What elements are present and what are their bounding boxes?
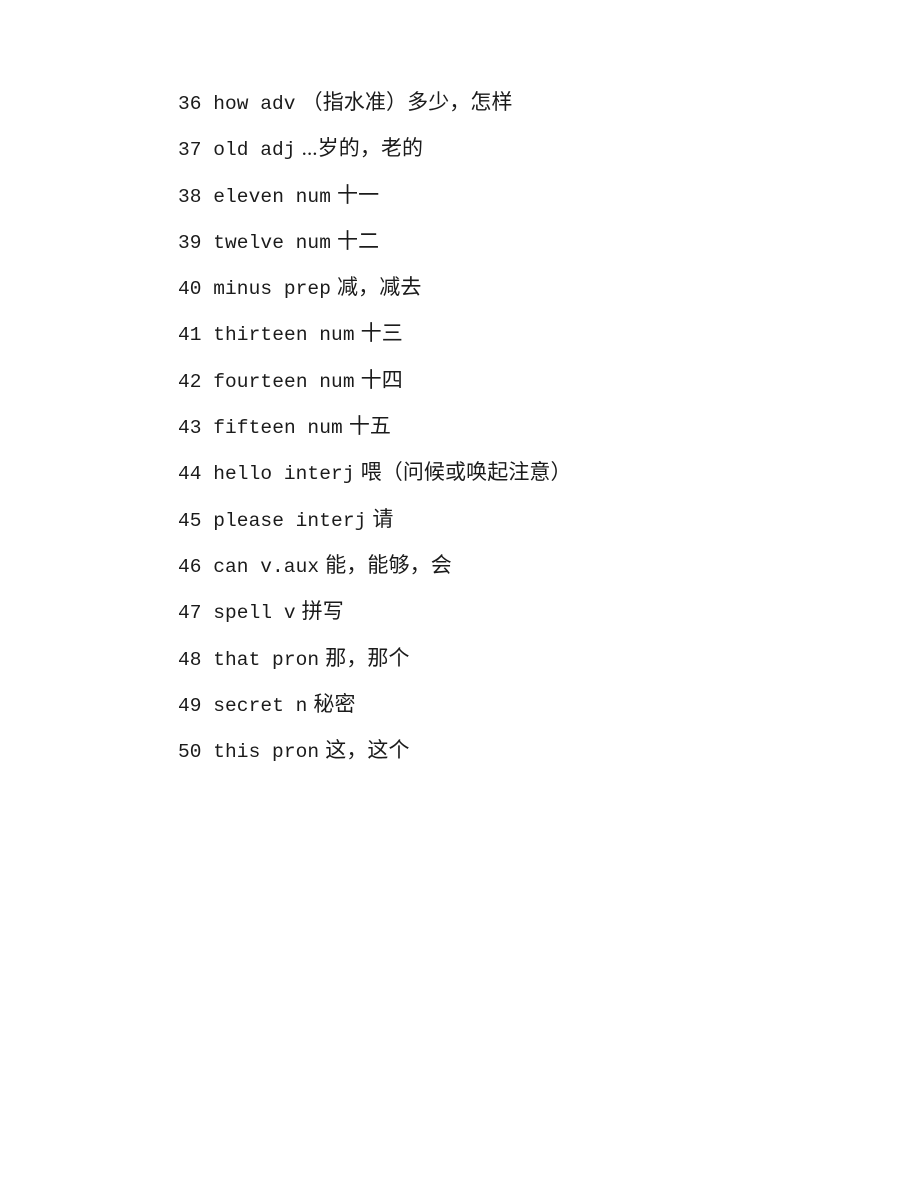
entry-part-of-speech: v.aux bbox=[260, 555, 320, 578]
entry-part-of-speech: adv bbox=[260, 93, 296, 115]
entry-word: that bbox=[213, 648, 261, 671]
entry-number: 47 bbox=[178, 602, 202, 625]
vocabulary-entry: 44 hello interj 喂（问候或唤起注意） bbox=[178, 459, 880, 505]
entry-number: 43 bbox=[178, 417, 202, 440]
entry-gloss: 减，减去 bbox=[337, 275, 422, 300]
entry-part-of-speech: pron bbox=[272, 741, 320, 764]
vocabulary-entry: 38 eleven num 十一 bbox=[178, 182, 880, 228]
entry-word: spell bbox=[213, 602, 273, 625]
vocabulary-entry: 37 old adj ...岁的，老的 bbox=[178, 135, 880, 181]
entry-gloss: 拼写 bbox=[301, 599, 344, 624]
entry-word: can bbox=[213, 555, 249, 578]
entry-word: thirteen bbox=[213, 324, 308, 347]
entry-part-of-speech: adj bbox=[260, 139, 296, 162]
vocabulary-entry: 41 thirteen num 十三 bbox=[178, 320, 880, 366]
entry-word: twelve bbox=[213, 231, 285, 254]
vocabulary-entry: 39 twelve num 十二 bbox=[178, 228, 880, 274]
entry-part-of-speech: num bbox=[319, 370, 355, 393]
entry-word: please bbox=[213, 509, 285, 532]
vocabulary-entry: 36 how adv （指水准）多少，怎样 bbox=[178, 89, 880, 135]
entry-number: 46 bbox=[178, 555, 202, 578]
entry-gloss: 十一 bbox=[337, 182, 380, 207]
entry-part-of-speech: num bbox=[319, 324, 355, 347]
entry-part-of-speech: v bbox=[283, 602, 296, 625]
entry-part-of-speech: pron bbox=[272, 648, 320, 671]
entry-word: secret bbox=[213, 694, 285, 717]
entry-number: 36 bbox=[178, 93, 202, 115]
entry-number: 37 bbox=[178, 139, 202, 162]
entry-part-of-speech: n bbox=[295, 694, 308, 717]
entry-number: 39 bbox=[178, 231, 202, 254]
entry-gloss: （指水准）多少，怎样 bbox=[301, 90, 513, 114]
entry-gloss: 能，能够，会 bbox=[325, 552, 452, 577]
entry-number: 41 bbox=[178, 324, 202, 347]
entry-number: 44 bbox=[178, 463, 202, 486]
entry-number: 40 bbox=[178, 278, 202, 301]
entry-word: fifteen bbox=[213, 417, 296, 440]
entry-number: 49 bbox=[178, 694, 202, 717]
entry-gloss: ...岁的，老的 bbox=[301, 136, 424, 161]
entry-word: old bbox=[213, 139, 249, 162]
entry-number: 38 bbox=[178, 185, 202, 208]
entry-gloss: 请 bbox=[372, 506, 394, 531]
vocabulary-entry: 40 minus prep 减，减去 bbox=[178, 274, 880, 320]
entry-gloss: 秘密 bbox=[313, 691, 356, 716]
vocabulary-entry-list: 36 how adv （指水准）多少，怎样 37 old adj ...岁的，老的 38 elev… bbox=[178, 89, 880, 783]
entry-part-of-speech: num bbox=[295, 185, 332, 208]
vocabulary-entry: 42 fourteen num 十四 bbox=[178, 367, 880, 413]
entry-gloss: 那，那个 bbox=[325, 645, 410, 670]
entry-word: hello bbox=[213, 463, 273, 486]
entry-part-of-speech: interj bbox=[283, 463, 355, 486]
entry-part-of-speech: num bbox=[307, 417, 343, 440]
vocabulary-entry: 43 fifteen num 十五 bbox=[178, 413, 880, 459]
entry-number: 45 bbox=[178, 509, 202, 532]
entry-number: 48 bbox=[178, 648, 202, 671]
entry-word: how bbox=[213, 93, 249, 115]
vocabulary-entry: 48 that pron 那，那个 bbox=[178, 645, 880, 691]
vocabulary-entry: 50 this pron 这，这个 bbox=[178, 737, 880, 783]
document-page: 36 how adv （指水准）多少，怎样 37 old adj ...岁的，老的 38 elev… bbox=[0, 0, 920, 1191]
entry-gloss: 这，这个 bbox=[325, 738, 410, 763]
entry-word: fourteen bbox=[213, 370, 308, 393]
entry-word: this bbox=[213, 741, 261, 764]
entry-part-of-speech: interj bbox=[295, 509, 367, 532]
entry-part-of-speech: prep bbox=[283, 278, 332, 301]
entry-gloss: 十三 bbox=[360, 321, 403, 346]
entry-gloss: 十五 bbox=[348, 414, 392, 439]
entry-gloss: 十四 bbox=[360, 367, 403, 392]
entry-gloss: 十二 bbox=[337, 228, 380, 253]
entry-word: eleven bbox=[213, 185, 285, 208]
vocabulary-entry: 47 spell v 拼写 bbox=[178, 598, 880, 644]
entry-part-of-speech: num bbox=[295, 231, 332, 254]
entry-number: 42 bbox=[178, 370, 202, 393]
vocabulary-entry: 46 can v.aux 能，能够，会 bbox=[178, 552, 880, 598]
entry-word: minus bbox=[213, 278, 273, 301]
entry-gloss: 喂（问候或唤起注意） bbox=[360, 460, 572, 485]
entry-number: 50 bbox=[178, 741, 202, 764]
vocabulary-entry: 49 secret n 秘密 bbox=[178, 691, 880, 737]
vocabulary-entry: 45 please interj 请 bbox=[178, 506, 880, 552]
